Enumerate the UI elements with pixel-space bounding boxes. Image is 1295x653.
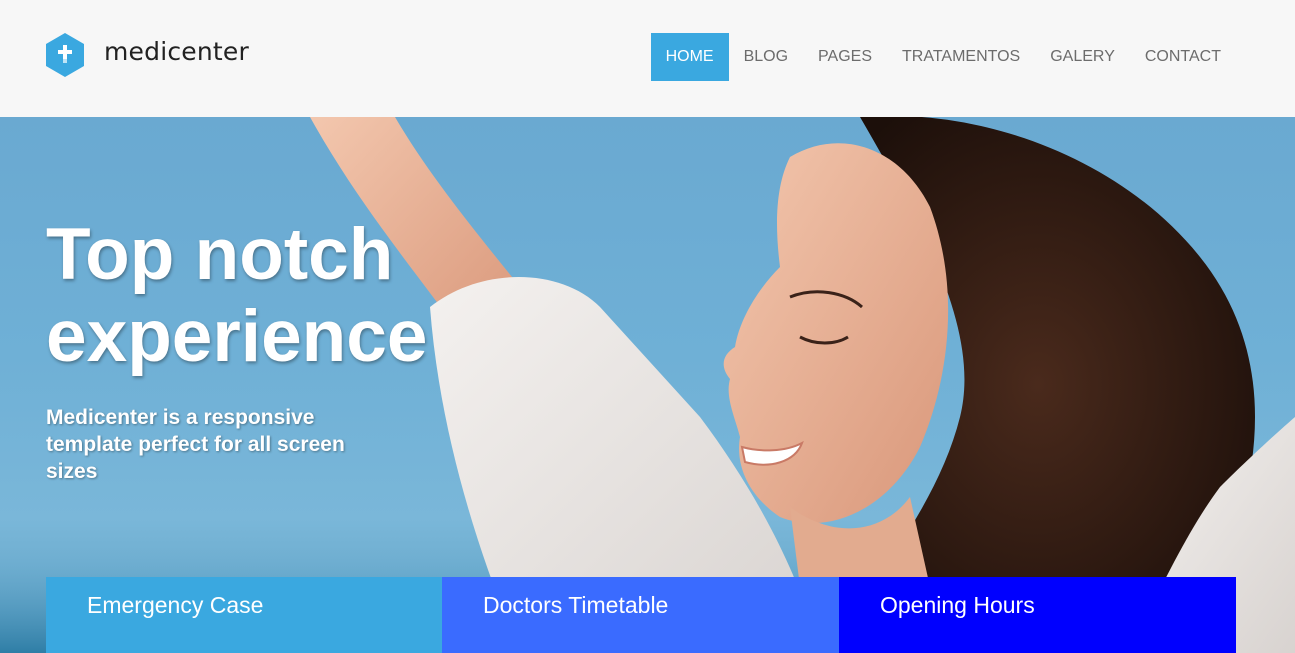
hero-title-line-2: experience — [46, 296, 428, 377]
emergency-case-box[interactable]: Emergency Case — [46, 577, 442, 653]
site-logo[interactable]: medicenter — [46, 33, 249, 77]
nav-blog[interactable]: BLOG — [729, 33, 803, 81]
hero-title-line-1: Top notch — [46, 214, 394, 295]
opening-hours-box[interactable]: Opening Hours — [839, 577, 1236, 653]
hero-photo — [0, 117, 1295, 653]
site-header: medicenter HOME BLOG PAGES TRATAMENTOS G… — [0, 0, 1295, 117]
doctors-timetable-box[interactable]: Doctors Timetable — [442, 577, 839, 653]
nav-contact[interactable]: CONTACT — [1130, 33, 1236, 81]
nav-pages[interactable]: PAGES — [803, 33, 887, 81]
info-boxes: Emergency Case Doctors Timetable Opening… — [46, 577, 1236, 653]
hero-title: Top notch experience — [46, 214, 566, 378]
nav-tratamentos[interactable]: TRATAMENTOS — [887, 33, 1035, 81]
hero-subtitle: Medicenter is a responsive template perf… — [46, 406, 345, 483]
nav-galery[interactable]: GALERY — [1035, 33, 1130, 81]
site-name: medicenter — [104, 36, 249, 66]
nav-home[interactable]: HOME — [650, 33, 729, 81]
hero-banner: Top notch experience Medicenter is a res… — [0, 117, 1295, 653]
hexagon-cross-icon — [46, 33, 84, 77]
main-nav: HOME BLOG PAGES TRATAMENTOS GALERY CONTA… — [650, 33, 1236, 81]
